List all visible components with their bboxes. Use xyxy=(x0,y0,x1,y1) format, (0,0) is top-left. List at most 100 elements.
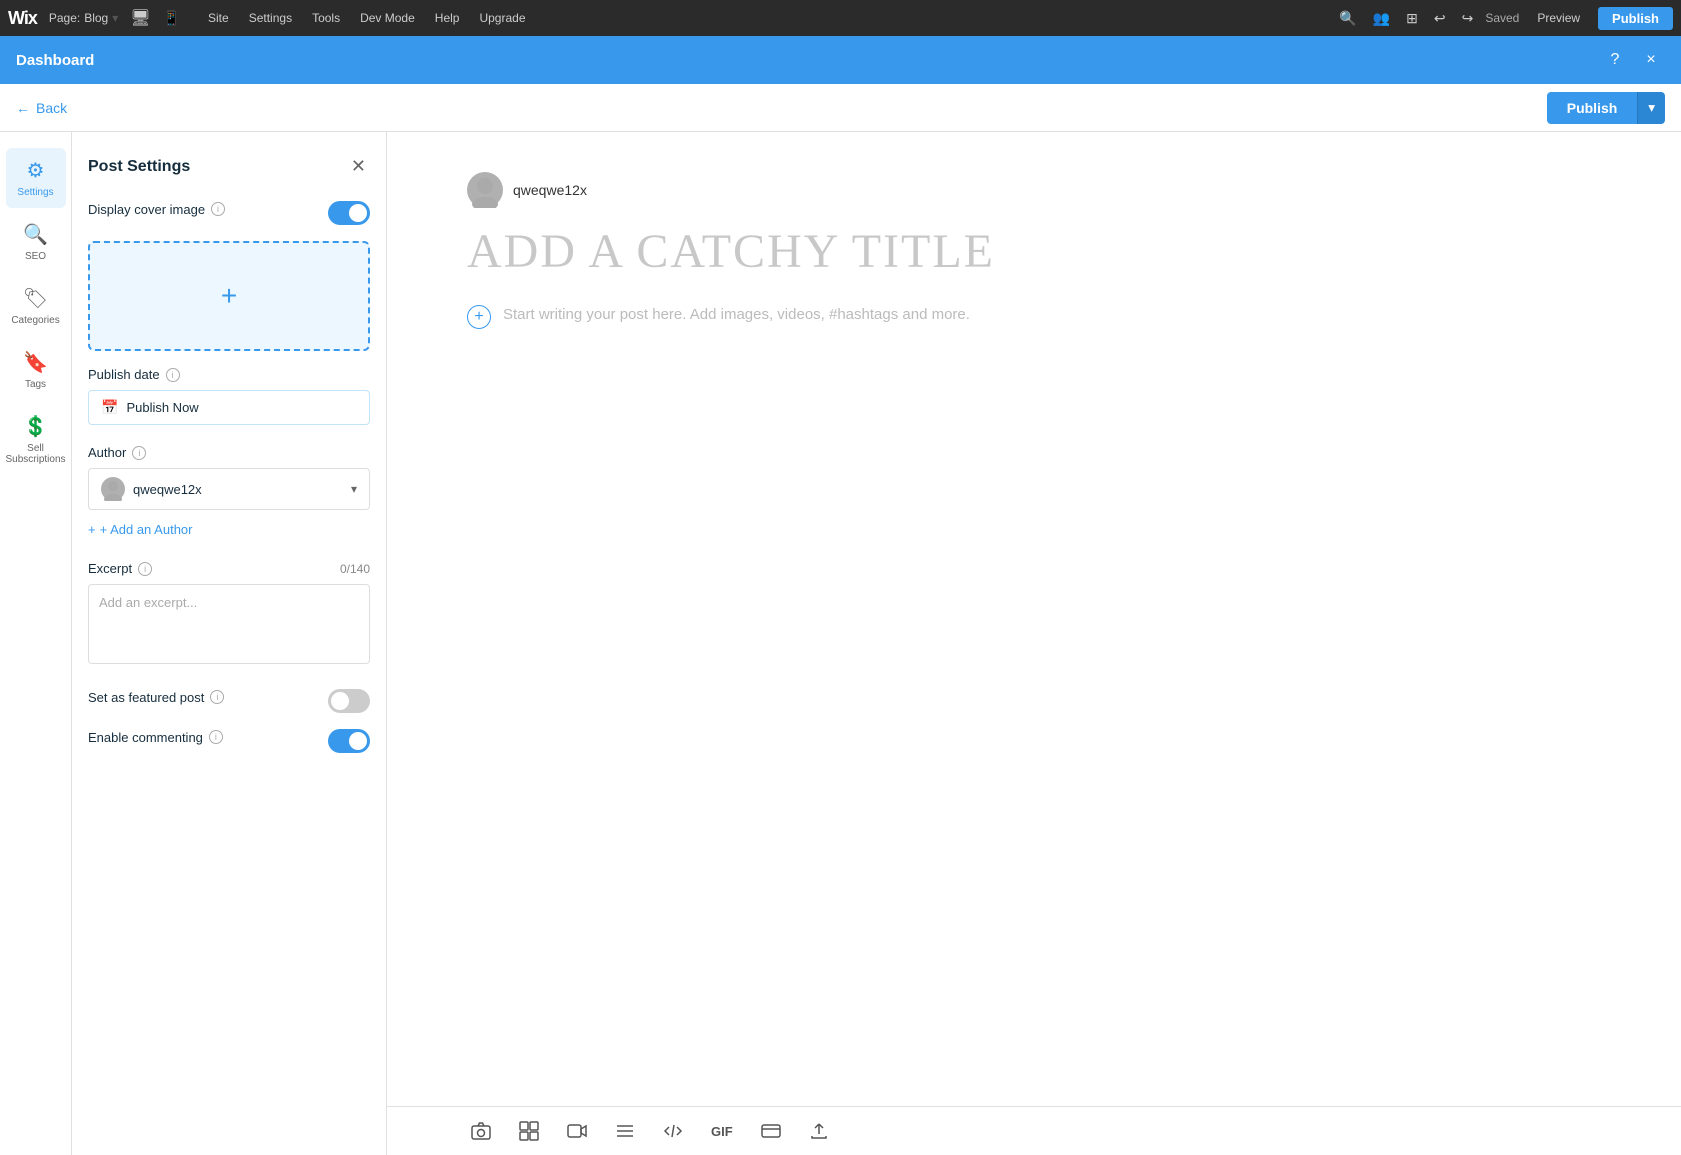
excerpt-info-icon[interactable]: i xyxy=(138,562,152,576)
publish-date-value: Publish Now xyxy=(126,400,198,415)
author-avatar-large xyxy=(467,172,503,208)
preview-button[interactable]: Preview xyxy=(1527,7,1590,29)
toolbar-upload-button[interactable] xyxy=(805,1117,833,1145)
search-icon[interactable]: 🔍 xyxy=(1335,6,1360,31)
sell-icon: 💲 xyxy=(23,414,48,439)
excerpt-header: Excerpt i 0/140 xyxy=(88,561,370,576)
author-text: Author xyxy=(88,445,126,460)
enable-commenting-toggle[interactable] xyxy=(328,729,370,753)
redo-icon[interactable]: ↪ xyxy=(1458,6,1478,31)
nav-settings[interactable]: Settings xyxy=(241,7,300,29)
sidebar-item-categories-label: Categories xyxy=(11,315,59,326)
author-info-icon[interactable]: i xyxy=(132,446,146,460)
nav-tools[interactable]: Tools xyxy=(304,7,348,29)
enable-commenting-text: Enable commenting xyxy=(88,730,203,745)
tags-icon: 🔖 xyxy=(23,350,48,375)
sidebar-item-categories[interactable]: 🏷 Categories xyxy=(6,276,66,336)
nav-items: Site Settings Tools Dev Mode Help Upgrad… xyxy=(200,7,1323,29)
sidebar-item-sell[interactable]: 💲 Sell Subscriptions xyxy=(6,404,66,475)
sidebar-item-tags-label: Tags xyxy=(25,379,46,390)
categories-icon: 🏷 xyxy=(23,286,48,311)
cover-image-upload[interactable]: + xyxy=(88,241,370,351)
panel-close-button[interactable]: ✕ xyxy=(347,152,370,181)
author-name: qweqwe12x xyxy=(133,482,202,497)
nav-help[interactable]: Help xyxy=(427,7,468,29)
display-cover-info-icon[interactable]: i xyxy=(211,202,225,216)
sidebar-item-seo-label: SEO xyxy=(25,251,46,262)
mobile-view-icon[interactable]: 📱 xyxy=(163,10,180,27)
help-circle-icon[interactable]: ? xyxy=(1601,46,1629,74)
sidebar-item-settings[interactable]: ⚙ Settings xyxy=(6,148,66,208)
publish-area: Publish ▾ xyxy=(1547,92,1665,124)
saved-status: Saved xyxy=(1485,11,1519,25)
main-area: ⚙ Settings 🔍 SEO 🏷 Categories 🔖 Tags 💲 S… xyxy=(0,132,1681,1155)
chevron-down-icon: ▾ xyxy=(1648,100,1655,115)
publish-date-info-icon[interactable]: i xyxy=(166,368,180,382)
top-publish-button[interactable]: Publish xyxy=(1598,7,1673,30)
nav-upgrade[interactable]: Upgrade xyxy=(471,7,533,29)
author-avatar-small xyxy=(101,477,125,501)
sidebar-item-settings-label: Settings xyxy=(17,187,53,198)
featured-post-text: Set as featured post xyxy=(88,690,204,705)
sidebar-item-seo[interactable]: 🔍 SEO xyxy=(6,212,66,272)
display-cover-label: Display cover image i xyxy=(88,202,225,217)
page-dropdown-chevron[interactable]: ▾ xyxy=(112,11,118,25)
featured-post-toggle[interactable] xyxy=(328,689,370,713)
toolbar-card-button[interactable] xyxy=(757,1117,785,1145)
nav-devmode[interactable]: Dev Mode xyxy=(352,7,423,29)
undo-icon[interactable]: ↩ xyxy=(1430,6,1450,31)
post-title-placeholder[interactable]: Add a Catchy Title xyxy=(467,224,1601,279)
enable-commenting-row: Enable commenting i xyxy=(88,729,370,753)
post-content-placeholder[interactable]: Start writing your post here. Add images… xyxy=(503,303,970,327)
seo-icon: 🔍 xyxy=(23,222,48,247)
author-dropdown[interactable]: qweqwe12x ▾ xyxy=(88,468,370,510)
featured-post-row: Set as featured post i xyxy=(88,689,370,713)
page-info: Page: Blog ▾ xyxy=(49,11,118,25)
excerpt-field: Excerpt i 0/140 xyxy=(88,561,370,669)
display-cover-text: Display cover image xyxy=(88,202,205,217)
people-icon[interactable]: 👥 xyxy=(1369,6,1394,31)
dashboard-bar: Dashboard ? × xyxy=(0,36,1681,84)
post-settings-panel: Post Settings ✕ Display cover image i + … xyxy=(72,132,387,1155)
sidebar-item-tags[interactable]: 🔖 Tags xyxy=(6,340,66,400)
add-author-plus-icon: + xyxy=(88,522,96,537)
publish-date-text: Publish date xyxy=(88,367,160,382)
desktop-view-icon[interactable]: 🖥 xyxy=(130,8,150,28)
publish-button[interactable]: Publish xyxy=(1547,92,1638,124)
settings-icon: ⚙ xyxy=(27,158,45,183)
toolbar-video-button[interactable] xyxy=(563,1117,591,1145)
back-button[interactable]: ← Back xyxy=(16,100,67,116)
publish-date-field: Publish date i 📅 Publish Now xyxy=(88,367,370,425)
publish-dropdown-button[interactable]: ▾ xyxy=(1637,92,1665,124)
add-author-text: + Add an Author xyxy=(100,522,193,537)
featured-post-label: Set as featured post i xyxy=(88,690,224,705)
close-dashboard-icon[interactable]: × xyxy=(1637,46,1665,74)
post-content-row: + Start writing your post here. Add imag… xyxy=(467,303,1601,329)
back-bar: ← Back Publish ▾ xyxy=(0,84,1681,132)
dashboard-title: Dashboard xyxy=(16,52,94,69)
enable-commenting-info-icon[interactable]: i xyxy=(209,730,223,744)
publish-date-input[interactable]: 📅 Publish Now xyxy=(88,390,370,425)
author-left: qweqwe12x xyxy=(101,477,202,501)
toolbar-code-button[interactable] xyxy=(659,1117,687,1145)
featured-post-info-icon[interactable]: i xyxy=(210,690,224,704)
panel-title: Post Settings xyxy=(88,158,190,176)
author-row: qweqwe12x xyxy=(467,172,1601,208)
excerpt-textarea[interactable] xyxy=(88,584,370,664)
page-label: Page: xyxy=(49,11,80,25)
toolbar-gif-button[interactable]: GIF xyxy=(707,1120,737,1143)
grid-icon[interactable]: ⊞ xyxy=(1402,6,1422,31)
add-content-button[interactable]: + xyxy=(467,305,491,329)
toolbar-divider-button[interactable] xyxy=(611,1117,639,1145)
editor-author-username: qweqwe12x xyxy=(513,182,587,198)
nav-site[interactable]: Site xyxy=(200,7,237,29)
editor-area[interactable]: qweqwe12x Add a Catchy Title + Start wri… xyxy=(387,132,1681,1106)
editor-toolbar: GIF xyxy=(387,1106,1681,1155)
nav-right: 🔍 👥 ⊞ ↩ ↪ Saved Preview Publish xyxy=(1335,6,1673,31)
toolbar-camera-button[interactable] xyxy=(467,1117,495,1145)
add-author-link[interactable]: + + Add an Author xyxy=(88,518,370,541)
display-cover-toggle[interactable] xyxy=(328,201,370,225)
back-arrow-icon: ← xyxy=(16,100,30,116)
content-area: qweqwe12x Add a Catchy Title + Start wri… xyxy=(387,132,1681,1155)
toolbar-gallery-button[interactable] xyxy=(515,1117,543,1145)
